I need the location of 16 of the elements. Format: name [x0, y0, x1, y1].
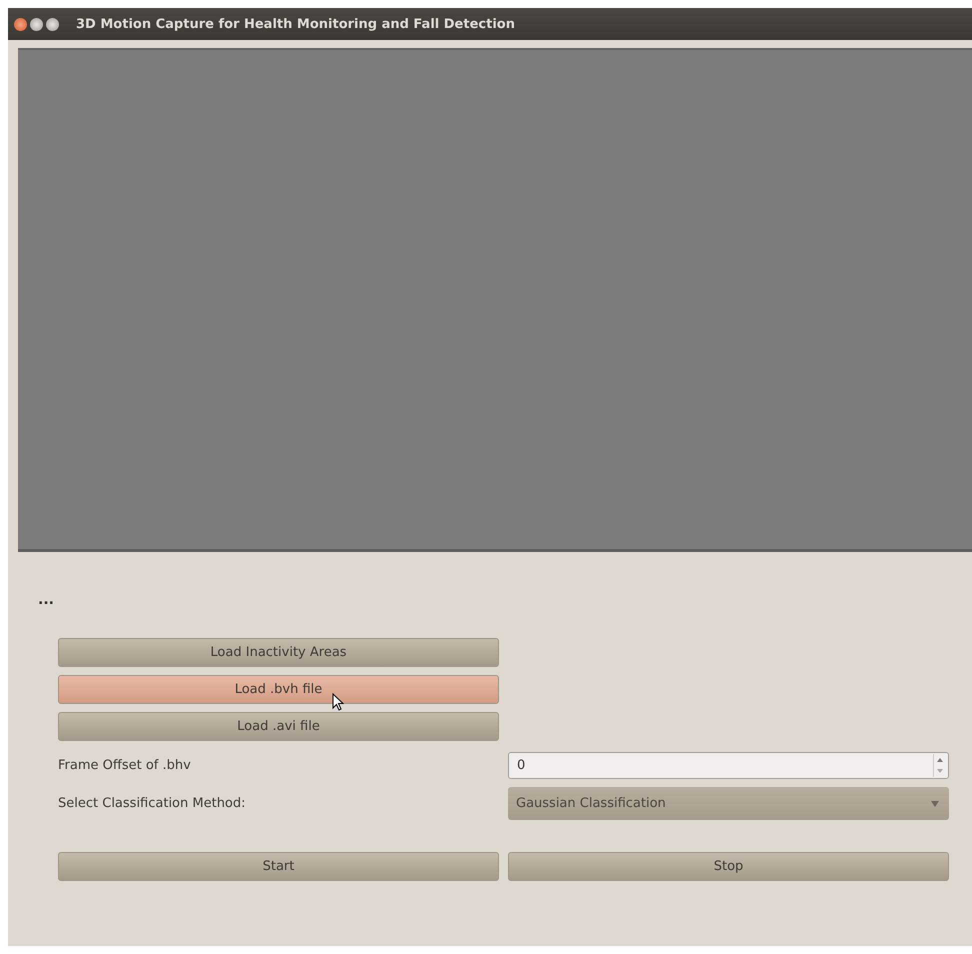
field-label: Select Classification Method: — [58, 796, 247, 811]
action-button[interactable]: Start — [58, 852, 499, 881]
classification-dropdown[interactable]: Gaussian Classification — [508, 787, 949, 820]
load-button[interactable]: Load Inactivity Areas — [58, 638, 499, 667]
caret-icon — [931, 800, 939, 806]
status-text: ... — [38, 592, 55, 610]
minimize-icon[interactable] — [30, 18, 43, 30]
mouse-pointer-icon — [332, 693, 344, 711]
maximize-icon[interactable] — [46, 18, 59, 30]
action-button[interactable]: Stop — [508, 852, 949, 881]
frame-offset-field[interactable]: 0 — [508, 752, 949, 779]
load-button[interactable]: Load .avi file — [58, 712, 499, 741]
load-button[interactable]: Load .bvh file — [58, 675, 499, 704]
close-icon[interactable] — [14, 18, 27, 30]
field-label: Frame Offset of .bhv — [58, 758, 192, 773]
window-title: 3D Motion Capture for Health Monitoring and Fall Detection — [76, 16, 515, 32]
